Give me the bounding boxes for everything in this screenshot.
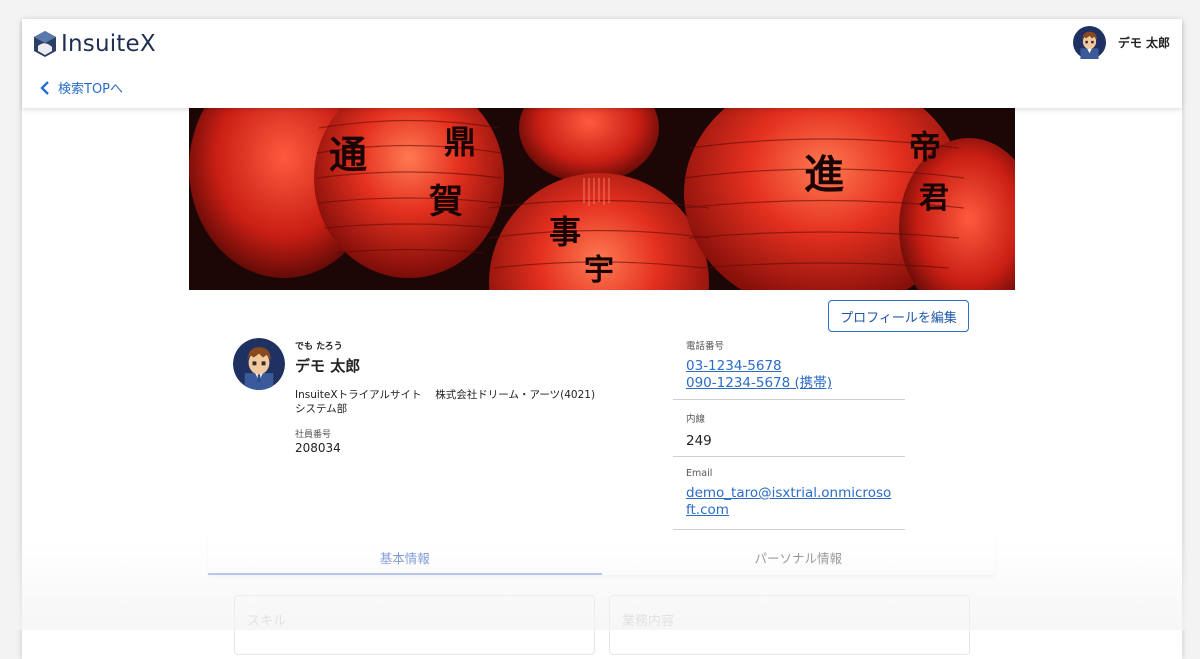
profile-tabs: 基本情報 パーソナル情報	[208, 537, 995, 575]
department: システム部	[295, 403, 348, 415]
phone-label: 電話番号	[686, 341, 725, 352]
edit-profile-button[interactable]: プロフィールを編集	[828, 300, 969, 332]
phone-link-1[interactable]: 03-1234-5678	[686, 358, 782, 374]
lantern-char: 君	[919, 181, 949, 216]
avatar-image	[233, 338, 285, 390]
name-kana: でも たろう	[295, 342, 343, 352]
back-to-search-link[interactable]: 検索TOPへ	[40, 78, 123, 97]
user-avatar	[1072, 26, 1106, 59]
lantern-char: 事	[549, 213, 581, 251]
email-label: Email	[686, 468, 713, 479]
employee-no-label: 社員番号	[295, 430, 332, 440]
tab-personal-info[interactable]: パーソナル情報	[602, 537, 996, 575]
email-link[interactable]: demo_taro@isxtrial.onmicrosoft.com	[686, 485, 891, 518]
insuitex-logo-icon	[34, 31, 56, 57]
app-window: InsuiteX 検索TOPへ デモ 太郎 通 鼎 賀 進 帝 君 事 宇 プロ…	[22, 19, 1182, 659]
duties-card: 業務内容	[609, 595, 970, 655]
lantern-banner-image: 通 鼎 賀 進 帝 君 事 宇	[189, 108, 1015, 290]
extension-label: 内線	[686, 414, 706, 425]
user-menu[interactable]: デモ 太郎	[1072, 26, 1170, 59]
extension-value: 249	[686, 433, 712, 449]
top-header: InsuiteX 検索TOPへ デモ 太郎	[22, 19, 1182, 108]
lantern-char: 賀	[429, 182, 463, 222]
profile-name: デモ 太郎	[295, 357, 361, 375]
logo-text: InsuiteX	[61, 31, 156, 57]
employee-no: 208034	[295, 441, 341, 455]
back-link-label: 検索TOPへ	[58, 82, 124, 97]
phone-link-2[interactable]: 090-1234-5678 (携帯)	[686, 375, 832, 391]
profile-avatar	[233, 338, 285, 390]
extension-section: 内線 249	[673, 411, 905, 457]
logo[interactable]: InsuiteX	[33, 30, 156, 58]
tab-basic-info[interactable]: 基本情報	[208, 537, 602, 575]
skills-card: スキル	[234, 595, 595, 655]
duties-title: 業務内容	[622, 614, 675, 629]
cover-image: 通 鼎 賀 進 帝 君 事 宇	[189, 108, 1015, 290]
chevron-left-icon	[40, 80, 49, 95]
lantern-char: 通	[329, 132, 367, 177]
lantern-char: 鼎	[444, 123, 476, 161]
company-name: InsuiteXトライアルサイト 株式会社ドリーム・アーツ(4021)	[295, 389, 596, 401]
email-section: Email demo_taro@isxtrial.onmicrosoft.com	[673, 468, 905, 530]
phone-section: 電話番号 03-1234-5678 090-1234-5678 (携帯)	[673, 338, 905, 400]
lantern-char: 宇	[584, 253, 614, 288]
lantern-char: 帝	[909, 128, 941, 166]
skills-title: スキル	[247, 614, 287, 629]
lantern-char: 進	[804, 151, 844, 198]
header-user-name: デモ 太郎	[1117, 36, 1170, 50]
